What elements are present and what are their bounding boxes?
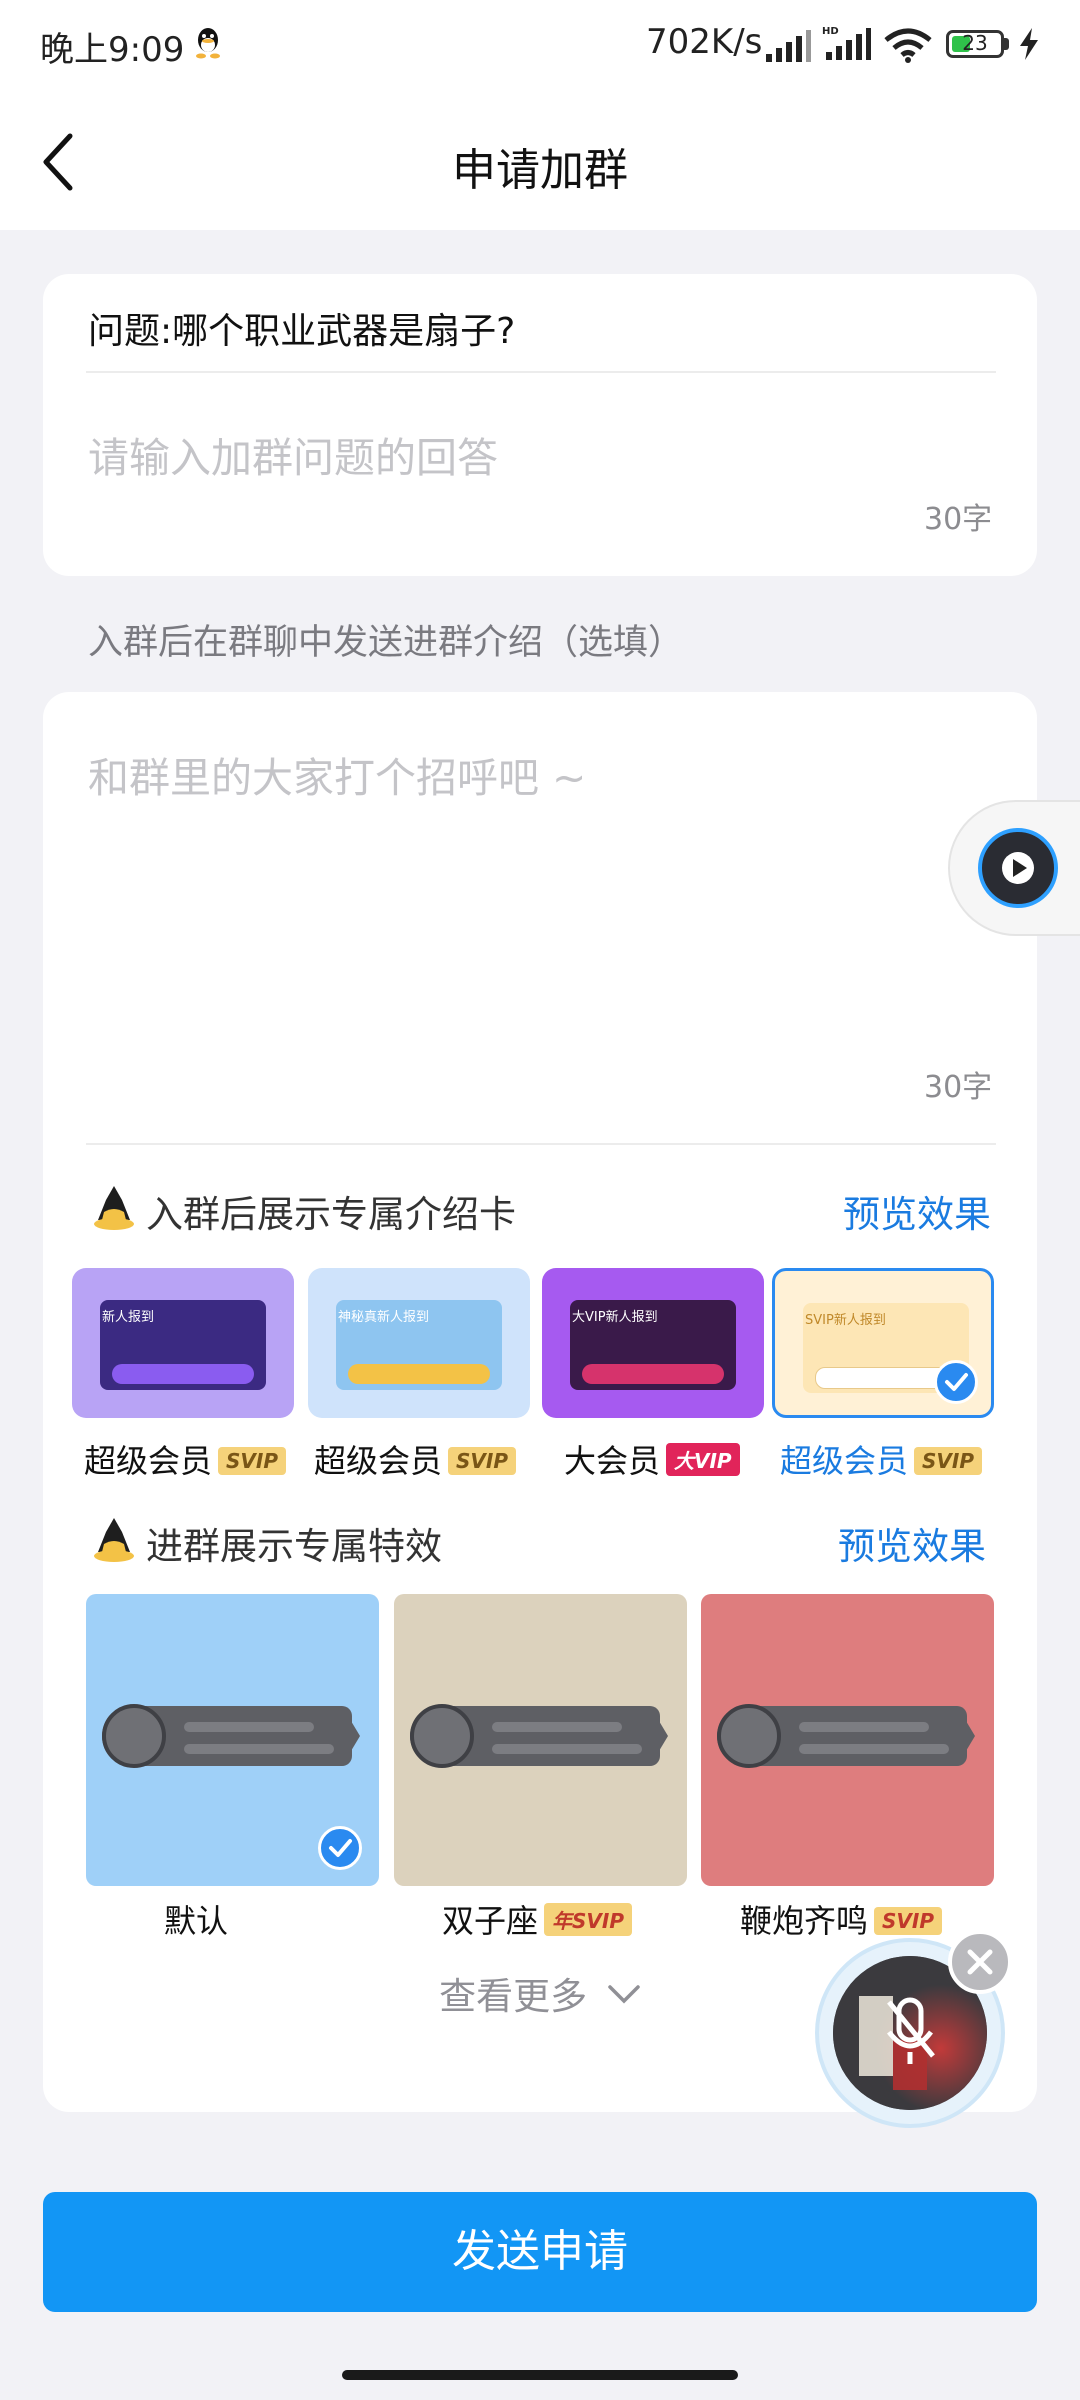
intro-card-preview-link[interactable]: 预览效果: [843, 1184, 991, 1238]
intro-card-title: 入群后展示专属介绍卡: [146, 1193, 516, 1236]
selected-check-icon: [934, 1360, 978, 1404]
divider: [86, 1143, 996, 1145]
intro-card-tag: SVIP新人报到: [805, 1313, 886, 1328]
intro-card-tag: 大VIP新人报到: [572, 1310, 658, 1325]
intro-section-label: 入群后在群聊中发送进群介绍（选填）: [88, 623, 684, 663]
charging-icon: [1020, 28, 1038, 60]
question-text: 问题:哪个职业武器是扇子?: [88, 311, 516, 352]
card-label-text: 超级会员: [84, 1442, 213, 1480]
selected-check-icon: [318, 1826, 362, 1870]
card-label-text: 大会员: [564, 1442, 661, 1480]
battery-level: 23: [962, 31, 988, 55]
svip-badge: SVIP: [448, 1447, 516, 1475]
answer-input[interactable]: 请输入加群问题的回答: [88, 424, 498, 484]
effects-preview-link[interactable]: 预览效果: [838, 1516, 986, 1570]
effect-label-text: 双子座: [442, 1902, 539, 1940]
year-svip-badge: 年SVIP: [544, 1903, 632, 1936]
effect-label-3: 鞭炮齐鸣 SVIP: [740, 1896, 942, 1942]
floating-music-player[interactable]: [948, 800, 1080, 936]
intro-card-tag: 神秘真新人报到: [338, 1310, 430, 1325]
effect-option-firecracker[interactable]: [701, 1594, 994, 1886]
intro-counter: 30字: [924, 1070, 993, 1105]
intro-card-label-1: 超级会员 SVIP: [84, 1436, 286, 1482]
nav-bar: 申请加群: [0, 92, 1080, 230]
big-vip-badge: 大VIP: [666, 1443, 740, 1476]
intro-card-option-3[interactable]: 大VIP新人报到: [542, 1268, 764, 1418]
divider: [86, 371, 996, 373]
intro-card-option-1[interactable]: 新人报到: [72, 1268, 294, 1418]
vip-crown-icon: [94, 1518, 134, 1562]
wifi-icon: [884, 28, 932, 63]
home-indicator[interactable]: [342, 2370, 738, 2380]
close-icon: [967, 1949, 993, 1975]
card-label-text: 超级会员: [780, 1442, 909, 1480]
status-bar: 晚上9:09 702K/s HD 23: [0, 0, 1080, 92]
chevron-down-icon: [608, 1985, 640, 2004]
intro-card-option-2[interactable]: 神秘真新人报到: [308, 1268, 530, 1418]
effect-label-1: 默认: [164, 1902, 229, 1940]
svip-badge: SVIP: [874, 1907, 942, 1935]
intro-card-label-3: 大会员 大VIP: [564, 1436, 740, 1482]
view-more-label: 查看更多: [439, 1975, 588, 2018]
status-time: 晚上9:09: [40, 30, 185, 70]
intro-card-label-2: 超级会员 SVIP: [314, 1436, 516, 1482]
intro-card-label-4: 超级会员 SVIP: [780, 1436, 982, 1482]
svip-badge: SVIP: [914, 1447, 982, 1475]
effects-title: 进群展示专属特效: [146, 1525, 442, 1568]
battery-icon: 23: [946, 30, 1004, 58]
intro-card-tag: 新人报到: [102, 1310, 155, 1325]
hd-signal-icon: HD: [822, 26, 871, 60]
signal-icon: [766, 30, 811, 62]
effect-label-text: 鞭炮齐鸣: [740, 1902, 869, 1940]
svip-badge: SVIP: [218, 1447, 286, 1475]
music-disc: [978, 828, 1058, 908]
svg-text:HD: HD: [822, 26, 839, 37]
qq-icon: [196, 28, 220, 59]
battery-tip: [1004, 38, 1009, 50]
network-speed: 702K/s: [646, 22, 763, 62]
close-floating-button[interactable]: [948, 1930, 1012, 1994]
vip-crown-icon: [94, 1186, 134, 1230]
send-request-button[interactable]: 发送申请: [43, 2192, 1037, 2312]
effect-label-2: 双子座 年SVIP: [442, 1896, 632, 1942]
page-title: 申请加群: [452, 145, 628, 196]
answer-counter: 30字: [924, 502, 993, 537]
card-label-text: 超级会员: [314, 1442, 443, 1480]
effect-option-gemini[interactable]: [394, 1594, 687, 1886]
intro-input[interactable]: 和群里的大家打个招呼吧 ~: [88, 744, 586, 804]
